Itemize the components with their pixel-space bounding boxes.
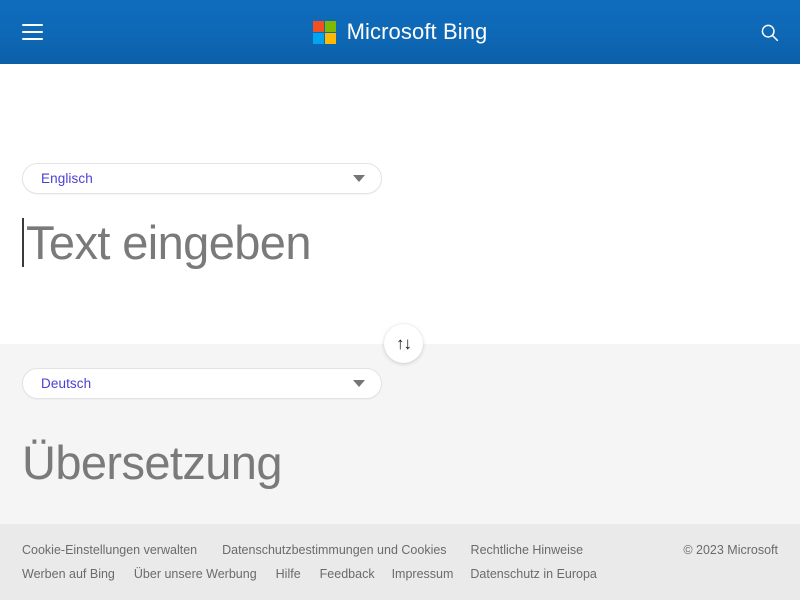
footer-row-primary: Cookie-Einstellungen verwalten Datenschu… xyxy=(0,538,800,562)
footer-link-about-ads[interactable]: Über unsere Werbung xyxy=(134,567,257,581)
footer-copyright: © 2023 Microsoft xyxy=(683,543,778,557)
search-icon[interactable] xyxy=(752,15,786,49)
footer-link-privacy-cookies[interactable]: Datenschutzbestimmungen und Cookies xyxy=(222,543,446,557)
footer-link-feedback[interactable]: Feedback xyxy=(320,567,375,581)
source-pane: Englisch Text eingeben xyxy=(0,64,800,361)
brand-logo-link[interactable]: Microsoft Bing xyxy=(312,19,488,45)
logo-square-blue xyxy=(312,32,324,44)
logo-square-orange xyxy=(312,20,324,32)
logo-square-yellow xyxy=(324,32,336,44)
footer-link-advertise[interactable]: Werben auf Bing xyxy=(22,567,115,581)
hamburger-bar xyxy=(21,38,43,40)
chevron-down-icon xyxy=(353,380,365,387)
swap-languages-button[interactable]: ↑↓ xyxy=(384,324,423,363)
swap-languages-icon: ↑↓ xyxy=(396,334,412,353)
source-language-label: Englisch xyxy=(41,171,93,186)
footer-link-cookie-settings[interactable]: Cookie-Einstellungen verwalten xyxy=(22,543,197,557)
brand-title: Microsoft Bing xyxy=(346,19,488,44)
app-header: Microsoft Bing xyxy=(0,0,800,64)
target-language-label: Deutsch xyxy=(41,376,92,391)
hamburger-bar xyxy=(21,31,43,33)
logo-square-green xyxy=(324,20,336,32)
bing-translator-page: Microsoft Bing Englisch Text eingeben ↑↓… xyxy=(0,0,800,600)
hamburger-bar xyxy=(21,24,43,26)
source-text-input[interactable]: Text eingeben xyxy=(22,218,311,267)
footer-link-imprint[interactable]: Impressum xyxy=(392,567,454,581)
footer-link-legal[interactable]: Rechtliche Hinweise xyxy=(471,543,584,557)
translation-output: Übersetzung xyxy=(22,436,282,489)
page-footer: Cookie-Einstellungen verwalten Datenschu… xyxy=(0,524,800,600)
source-language-dropdown[interactable]: Englisch xyxy=(22,163,382,194)
hamburger-menu-icon[interactable] xyxy=(16,16,48,48)
footer-row-secondary: Werben auf Bing Über unsere Werbung Hilf… xyxy=(0,562,800,586)
footer-link-privacy-europe[interactable]: Datenschutz in Europa xyxy=(470,567,596,581)
target-pane: Deutsch Übersetzung xyxy=(0,344,800,524)
target-language-dropdown[interactable]: Deutsch xyxy=(22,368,382,399)
microsoft-logo-icon xyxy=(312,20,336,44)
chevron-down-icon xyxy=(353,175,365,182)
footer-link-help[interactable]: Hilfe xyxy=(276,567,301,581)
